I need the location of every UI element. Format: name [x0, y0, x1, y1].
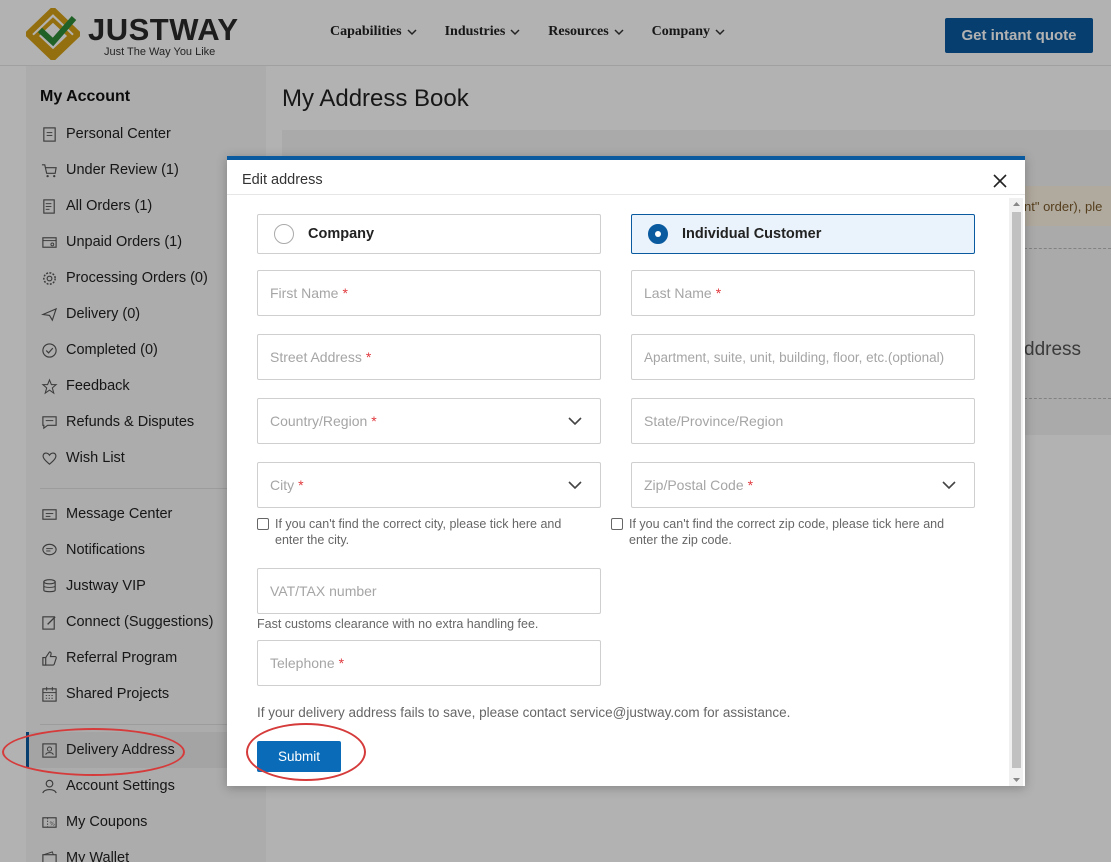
country-placeholder: Country/Region: [270, 413, 368, 429]
state-field[interactable]: State/Province/Region: [631, 398, 975, 444]
save-failure-note: If your delivery address fails to save, …: [257, 705, 791, 720]
close-icon[interactable]: [991, 172, 1009, 190]
telephone-field[interactable]: Telephone *: [257, 640, 601, 686]
required-mark: *: [365, 349, 372, 365]
chevron-down-icon: [942, 481, 956, 490]
individual-option-label: Individual Customer: [682, 226, 822, 242]
submit-button[interactable]: Submit: [257, 741, 341, 772]
city-manual-label: If you can't find the correct city, plea…: [275, 517, 562, 547]
individual-customer-radio[interactable]: [648, 224, 668, 244]
required-mark: *: [715, 285, 722, 301]
individual-customer-option[interactable]: Individual Customer: [631, 214, 975, 254]
required-mark: *: [338, 655, 345, 671]
city-select[interactable]: City *: [257, 462, 601, 508]
scroll-down-arrow-icon[interactable]: [1012, 776, 1021, 784]
dialog-header-divider: [227, 194, 1025, 195]
zip-code-select[interactable]: Zip/Postal Code *: [631, 462, 975, 508]
apartment-placeholder: Apartment, suite, unit, building, floor,…: [644, 349, 945, 365]
zip-manual-option: If you can't find the correct zip code, …: [611, 516, 951, 548]
zip-manual-checkbox[interactable]: [611, 518, 623, 530]
zip-placeholder: Zip/Postal Code: [644, 477, 744, 493]
state-placeholder: State/Province/Region: [644, 413, 784, 429]
chevron-down-icon: [568, 417, 582, 426]
first-name-field[interactable]: First Name *: [257, 270, 601, 316]
scroll-up-arrow-icon[interactable]: [1012, 200, 1021, 208]
first-name-placeholder: First Name: [270, 285, 339, 301]
last-name-placeholder: Last Name: [644, 285, 712, 301]
zip-manual-label: If you can't find the correct zip code, …: [629, 517, 945, 547]
vat-placeholder: VAT/TAX number: [270, 583, 377, 599]
city-manual-option: If you can't find the correct city, plea…: [257, 516, 587, 548]
telephone-placeholder: Telephone: [270, 655, 335, 671]
country-select[interactable]: Country/Region *: [257, 398, 601, 444]
last-name-field[interactable]: Last Name *: [631, 270, 975, 316]
vat-number-field[interactable]: VAT/TAX number: [257, 568, 601, 614]
dialog-scrollbar-thumb[interactable]: [1012, 212, 1021, 768]
company-option[interactable]: Company: [257, 214, 601, 254]
company-radio[interactable]: [274, 224, 294, 244]
required-mark: *: [371, 413, 377, 429]
city-placeholder: City: [270, 477, 295, 493]
edit-address-dialog: Edit address Company Individual Customer…: [227, 156, 1025, 786]
street-address-field[interactable]: Street Address *: [257, 334, 601, 380]
city-manual-checkbox[interactable]: [257, 518, 269, 530]
chevron-down-icon: [568, 481, 582, 490]
required-mark: *: [342, 285, 348, 301]
apartment-field[interactable]: Apartment, suite, unit, building, floor,…: [631, 334, 975, 380]
company-option-label: Company: [308, 226, 375, 242]
dialog-title: Edit address: [242, 172, 323, 188]
required-mark: *: [298, 477, 304, 493]
street-address-placeholder: Street Address: [270, 349, 362, 365]
required-mark: *: [747, 477, 754, 493]
vat-hint: Fast customs clearance with no extra han…: [257, 617, 539, 631]
